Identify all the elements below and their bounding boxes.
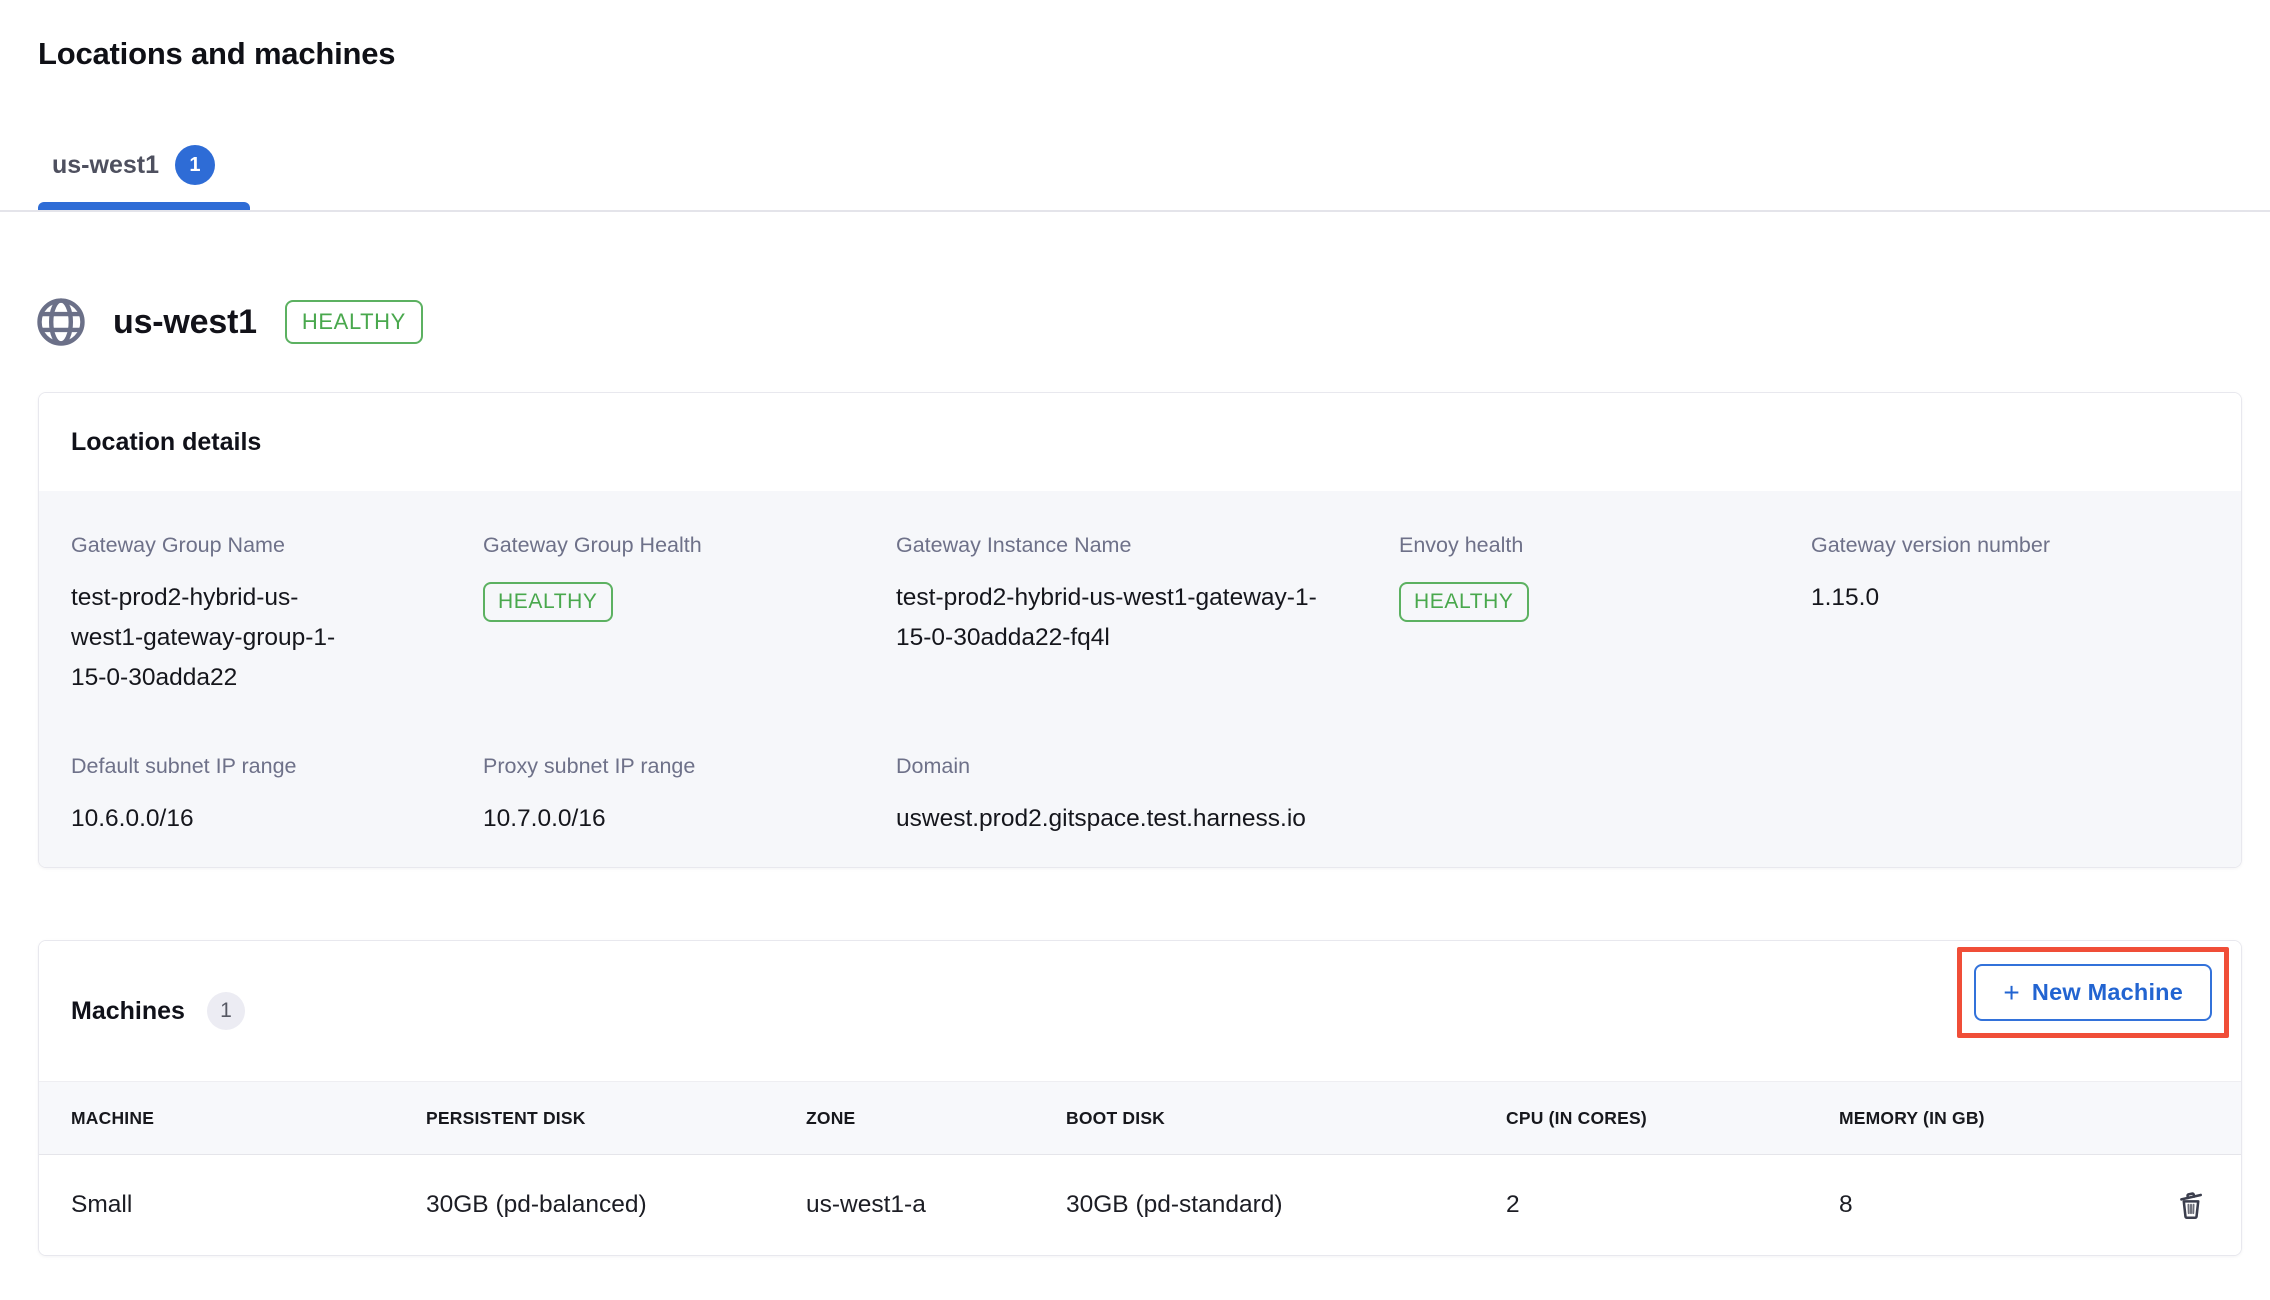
new-machine-button[interactable]: + New Machine [1974,964,2212,1021]
cell-memory: 8 [1839,1191,2153,1219]
machines-table-header: MACHINE PERSISTENT DISK ZONE BOOT DISK C… [39,1081,2241,1155]
tab-us-west1[interactable]: us-west1 1 [52,138,215,192]
field-value: uswest.prod2.gitspace.test.harness.io [896,799,1399,839]
machines-header: Machines 1 + New Machine [39,941,2241,1081]
field-default-subnet: Default subnet IP range 10.6.0.0/16 [71,754,483,839]
col-memory: MEMORY (IN GB) [1839,1108,2153,1129]
field-label: Default subnet IP range [71,754,483,779]
globe-icon [33,294,89,350]
field-gateway-instance-name: Gateway Instance Name test-prod2-hybrid-… [896,533,1399,698]
location-status-badge: HEALTHY [285,300,423,344]
field-label: Gateway Group Name [71,533,483,558]
cell-zone: us-west1-a [806,1191,1066,1219]
field-envoy-health: Envoy health HEALTHY [1399,533,1811,698]
field-label: Gateway Instance Name [896,533,1399,558]
field-gateway-group-name: Gateway Group Name test-prod2-hybrid-us-… [71,533,483,698]
gateway-group-health-badge: HEALTHY [483,582,613,622]
envoy-health-badge: HEALTHY [1399,582,1529,622]
tabs-divider [0,210,2270,212]
location-details-title: Location details [71,428,261,457]
location-details-header: Location details [39,393,2241,491]
field-domain: Domain uswest.prod2.gitspace.test.harnes… [896,754,1399,839]
location-name: us-west1 [113,303,257,342]
plus-icon: + [2003,982,2020,1004]
location-details-body: Gateway Group Name test-prod2-hybrid-us-… [39,491,2241,868]
field-label: Domain [896,754,1399,779]
field-label: Gateway Group Health [483,533,896,558]
tab-label: us-west1 [52,151,159,180]
field-value: 10.6.0.0/16 [71,799,483,839]
col-boot-disk: BOOT DISK [1066,1108,1506,1129]
location-details-grid: Gateway Group Name test-prod2-hybrid-us-… [71,533,2209,839]
locations-and-machines-page: Locations and machines us-west1 1 us-wes… [0,0,2270,1300]
field-label: Envoy health [1399,533,1811,558]
table-row[interactable]: Small 30GB (pd-balanced) us-west1-a 30GB… [39,1155,2241,1255]
cell-persistent-disk: 30GB (pd-balanced) [426,1191,806,1219]
col-cpu: CPU (IN CORES) [1506,1108,1839,1129]
field-value: 1.15.0 [1811,578,2209,618]
cell-machine: Small [71,1191,426,1219]
col-zone: ZONE [806,1108,1066,1129]
delete-machine-button[interactable] [2169,1183,2213,1227]
field-value: 10.7.0.0/16 [483,799,896,839]
field-gateway-group-health: Gateway Group Health HEALTHY [483,533,896,698]
machines-card: Machines 1 + New Machine MACHINE PERSIST… [38,940,2242,1256]
tab-count-badge: 1 [175,145,215,185]
cell-cpu: 2 [1506,1191,1839,1219]
location-details-card: Location details Gateway Group Name test… [38,392,2242,868]
field-label: Gateway version number [1811,533,2209,558]
field-value: test-prod2-hybrid-us-west1-gateway-1-15-… [896,578,1341,658]
cell-boot-disk: 30GB (pd-standard) [1066,1191,1506,1219]
location-header: us-west1 HEALTHY [33,294,423,350]
annotation-highlight-box: + New Machine [1957,947,2229,1038]
field-label: Proxy subnet IP range [483,754,896,779]
new-machine-button-label: New Machine [2032,979,2183,1006]
col-machine: MACHINE [71,1108,426,1129]
page-title: Locations and machines [38,36,395,72]
trash-icon [2173,1187,2209,1223]
machines-count-badge: 1 [207,992,245,1030]
machines-title: Machines [71,997,185,1026]
location-tabs: us-west1 1 [38,138,215,212]
field-gateway-version: Gateway version number 1.15.0 [1811,533,2209,698]
field-proxy-subnet: Proxy subnet IP range 10.7.0.0/16 [483,754,896,839]
field-value: test-prod2-hybrid-us-west1-gateway-group… [71,578,361,698]
col-persistent-disk: PERSISTENT DISK [426,1108,806,1129]
